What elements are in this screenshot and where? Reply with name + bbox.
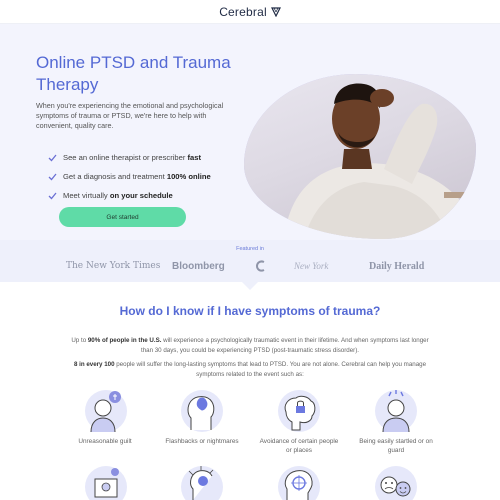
head-target-icon — [284, 470, 313, 500]
brain-lock-icon — [284, 395, 316, 431]
publication-logos: The New York Times Bloomberg New York Da… — [0, 256, 500, 276]
symptom-label: Being easily startled or on guard — [359, 438, 433, 454]
benefit-text: See an online therapist or prescriber fa… — [63, 153, 202, 162]
c-logo — [256, 256, 266, 276]
brand-logo[interactable]: Cerebral — [219, 5, 281, 19]
new-york-mag-logo: New York — [294, 261, 329, 271]
hero-subtitle: When you're experiencing the emotional a… — [36, 101, 224, 130]
get-started-button[interactable]: Get started — [59, 207, 186, 227]
benefit-item: Get a diagnosis and treatment 100% onlin… — [48, 167, 211, 186]
hero-section: Online PTSD and Trauma Therapy When you'… — [0, 24, 500, 240]
guilt-person-icon — [90, 391, 121, 432]
symptoms-paragraph-1: Up to 90% of people in the U.S. will exp… — [71, 337, 429, 354]
bloomberg-logo: Bloomberg — [172, 260, 225, 272]
daily-herald-logo: Daily Herald — [369, 260, 425, 272]
man-illustration — [284, 83, 476, 239]
c-logo-icon — [256, 260, 265, 272]
featured-label: Featured in — [236, 246, 264, 252]
brand-name: Cerebral — [219, 4, 267, 19]
top-nav: Cerebral — [0, 0, 500, 24]
hero-title: Online PTSD and Trauma Therapy — [36, 53, 231, 94]
symptoms-paragraph-2: 8 in every 100 people will suffer the lo… — [73, 361, 427, 378]
checkmark-icon — [48, 192, 57, 199]
mood-faces-icon — [380, 476, 411, 497]
benefit-text: Get a diagnosis and treatment 100% onlin… — [63, 172, 211, 181]
benefit-item: See an online therapist or prescriber fa… — [48, 148, 211, 167]
cerebral-triangle-icon — [270, 6, 281, 17]
flashback-head-icon — [187, 396, 215, 430]
benefit-text: Meet virtually on your schedule — [63, 191, 173, 200]
startled-person-icon — [382, 390, 410, 432]
symptoms-heading: How do I know if I have symptoms of trau… — [119, 304, 381, 318]
featured-in-bar: Featured in The New York Times Bloomberg… — [0, 240, 500, 282]
hero-photo — [244, 74, 476, 239]
nyt-logo: The New York Times — [66, 261, 161, 271]
sleep-icon — [94, 468, 119, 498]
symptom-label: Avoidance of certain people or places — [259, 438, 339, 454]
benefit-list: See an online therapist or prescriber fa… — [48, 148, 211, 205]
anxiety-head-icon — [188, 466, 214, 500]
checkmark-icon — [48, 173, 57, 180]
symptom-label: Flashbacks or nightmares — [165, 438, 239, 445]
section-pointer — [241, 281, 259, 290]
benefit-item: Meet virtually on your schedule — [48, 186, 211, 205]
checkmark-icon — [48, 154, 57, 161]
symptom-label: Unreasonable guilt — [78, 438, 132, 445]
